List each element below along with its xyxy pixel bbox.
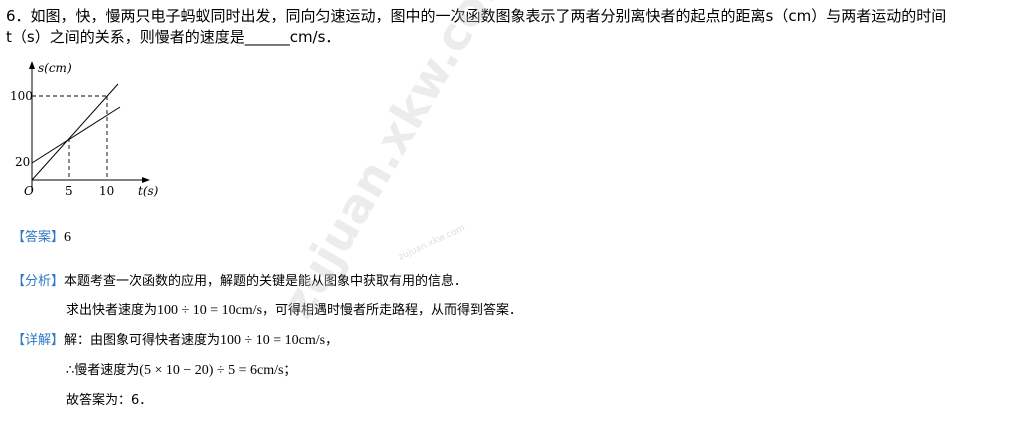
analysis-row-2: 求出快者速度为100 ÷ 10 = 10cm/s，可得相遇时慢者所走路程，从而得… <box>66 301 522 321</box>
answer-row: 【答案】6 <box>12 228 71 248</box>
solution-line-3: 故答案为：6． <box>66 393 153 408</box>
x-tick-5: 5 <box>65 184 73 198</box>
origin-label: O <box>24 184 34 198</box>
question-line-2: t（s）之间的关系，则慢者的速度是______cm/s． <box>6 28 341 46</box>
y-tick-20: 20 <box>15 155 30 169</box>
solution-line-1-math: 100 ÷ 10 = 10cm/s <box>220 333 326 348</box>
solution-row-2: ∴慢者速度为(5 × 10 − 20) ÷ 5 = 6cm/s； <box>66 361 296 381</box>
question-text: 6．如图，快，慢两只电子蚂蚁同时出发，同向匀速运动，图中的一次函数图象表示了两者… <box>6 6 1016 48</box>
solution-row-3: 故答案为：6． <box>66 391 152 411</box>
solution-tag: 【详解】 <box>12 333 65 348</box>
solution-line-2-math: (5 × 10 − 20) ÷ 5 = 6cm/s <box>139 363 284 378</box>
solution-line-1-prefix: 解：由图象可得快者速度为 <box>64 333 221 348</box>
x-tick-10: 10 <box>99 184 114 198</box>
solution-row-1: 【详解】解：由图象可得快者速度为100 ÷ 10 = 10cm/s， <box>12 331 338 351</box>
x-axis-arrow <box>142 177 150 183</box>
y-axis-label: s(cm) <box>38 61 72 75</box>
watermark-small: zujuan.xkw.com <box>397 223 467 263</box>
function-graph: s(cm) 100 20 O 5 10 t(s) <box>10 61 159 198</box>
analysis-line-2-prefix: 求出快者速度为 <box>66 303 158 318</box>
y-tick-100: 100 <box>10 89 33 103</box>
y-axis-arrow <box>29 61 35 69</box>
question-line-1: 6．如图，快，慢两只电子蚂蚁同时出发，同向匀速运动，图中的一次函数图象表示了两者… <box>6 7 947 25</box>
answer-tag: 【答案】 <box>12 230 65 245</box>
solution-line-1-suffix: ， <box>325 333 339 348</box>
solution-line-2-suffix: ； <box>283 363 297 378</box>
fast-ant-line <box>31 83 119 181</box>
analysis-tag: 【分析】 <box>12 274 65 289</box>
analysis-line-2-suffix: ，可得相遇时慢者所走路程，从而得到答案． <box>262 303 523 318</box>
analysis-row-1: 【分析】本题考查一次函数的应用，解题的关键是能从图象中获取有用的信息． <box>12 272 467 292</box>
analysis-line-1: 本题考查一次函数的应用，解题的关键是能从图象中获取有用的信息． <box>64 274 468 289</box>
answer-value: 6 <box>64 230 72 245</box>
solution-line-2-prefix: ∴慢者速度为 <box>66 363 140 378</box>
x-axis-label: t(s) <box>138 184 159 198</box>
analysis-line-2-math: 100 ÷ 10 = 10cm/s <box>157 303 263 318</box>
